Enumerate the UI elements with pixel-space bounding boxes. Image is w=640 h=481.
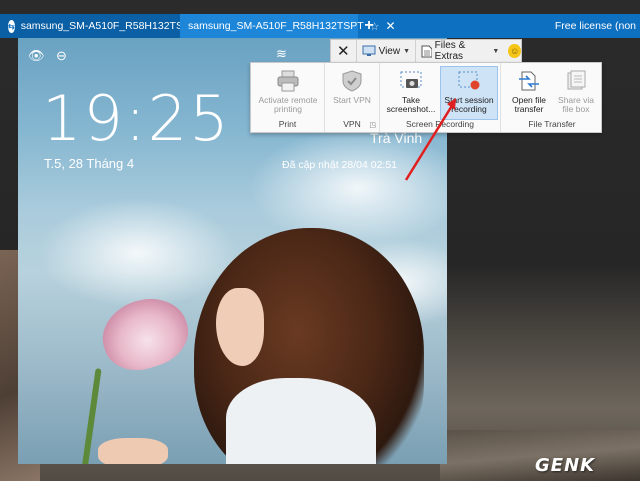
- session-tab-active[interactable]: samsung_SM-A510F_R58H132TSPT ☆ ✕: [180, 14, 396, 38]
- file-icon: [421, 45, 432, 57]
- session-tab-bar: ⇆ samsung_SM-A510F_R58H132TSPT samsung_S…: [0, 14, 640, 38]
- lockscreen-clock: 19:25: [42, 82, 231, 155]
- license-label: Free license (non: [554, 20, 636, 32]
- tab-label: samsung_SM-A510F_R58H132TSPT: [20, 20, 197, 32]
- wallpaper-hand: [98, 438, 168, 464]
- open-file-transfer-button[interactable]: Open file transfer: [505, 67, 553, 114]
- ribbon-group-print: Activate remote printing Print: [251, 63, 325, 132]
- end-session-button[interactable]: ✕: [331, 40, 357, 62]
- button-label: Take screenshot...: [386, 95, 436, 114]
- ribbon-group-file-transfer: Open file transfer Share via file box Fi…: [501, 63, 603, 132]
- button-label: Start session recording: [444, 95, 494, 114]
- lockscreen-date: T.5, 28 Tháng 4: [44, 156, 135, 171]
- weather-updated: Đã cập nhật 28/04 02:51: [282, 159, 398, 171]
- dialog-launcher-icon[interactable]: ◳: [369, 121, 376, 129]
- activate-remote-printing-button[interactable]: Activate remote printing: [254, 67, 322, 114]
- star-icon[interactable]: ☆: [370, 20, 380, 33]
- session-toolbar: ✕ View ▼ Files & Extras ▼ ☺: [330, 39, 522, 63]
- file-box-icon: [567, 70, 586, 90]
- teamviewer-icon: ⇆: [8, 19, 15, 33]
- chevron-down-icon: ▼: [492, 47, 500, 55]
- monitor-icon: [362, 45, 376, 56]
- session-tab[interactable]: ⇆ samsung_SM-A510F_R58H132TSPT: [0, 14, 196, 38]
- close-tab-icon[interactable]: ✕: [386, 19, 396, 33]
- view-menu-button[interactable]: View ▼: [357, 40, 417, 62]
- genk-watermark-logo: GENK: [535, 455, 596, 476]
- files-extras-menu-button[interactable]: Files & Extras ▼: [416, 40, 504, 62]
- share-via-file-box-button[interactable]: Share via file box: [553, 67, 599, 114]
- cloud: [248, 128, 447, 248]
- teamviewer-status-icon: ⊖: [56, 48, 67, 63]
- group-label: Screen Recording: [405, 119, 475, 129]
- group-label: File Transfer: [528, 119, 576, 129]
- button-label: Open file transfer: [511, 95, 547, 114]
- button-label: Activate remote printing: [258, 95, 318, 114]
- feedback-smiley-icon[interactable]: ☺: [508, 44, 521, 58]
- group-label: Print: [278, 119, 297, 129]
- tab-label: samsung_SM-A510F_R58H132TSPT: [188, 20, 364, 32]
- take-screenshot-button[interactable]: Take screenshot...: [383, 67, 439, 114]
- wifi-icon: ≋: [276, 46, 287, 61]
- button-label: Share via file box: [558, 95, 594, 114]
- shield-icon: [342, 70, 362, 92]
- printer-icon: [277, 70, 299, 92]
- ribbon-group-vpn: Start VPN VPN ◳: [325, 63, 380, 132]
- eye-icon: 👁: [28, 48, 45, 63]
- chevron-down-icon: ▼: [403, 47, 411, 55]
- view-label: View: [378, 45, 401, 57]
- file-transfer-icon: [519, 71, 539, 91]
- ribbon-group-screen-recording: Take screenshot... Start session recordi…: [380, 63, 501, 132]
- files-extras-ribbon: Activate remote printing Print Start VPN…: [250, 62, 602, 133]
- record-icon: [458, 71, 480, 90]
- files-extras-label: Files & Extras: [434, 40, 466, 62]
- start-vpn-button[interactable]: Start VPN: [328, 67, 376, 105]
- camera-icon: [400, 71, 422, 88]
- button-label: Start VPN: [333, 95, 371, 105]
- start-session-recording-button[interactable]: Start session recording: [440, 66, 498, 120]
- cloud: [38, 198, 238, 308]
